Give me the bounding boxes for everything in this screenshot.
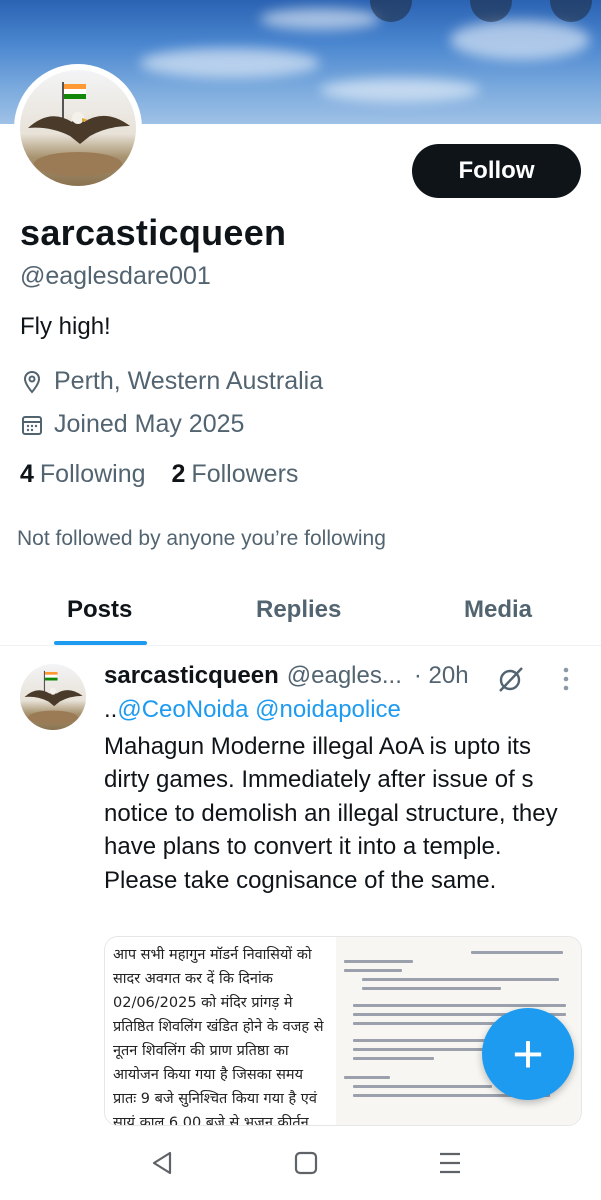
media-image-hindi-notice[interactable]: आप सभी महागुन मॉडर्न निवासियों को सादर अ… (105, 937, 334, 1126)
tweet-author-name[interactable]: sarcasticqueen (104, 662, 279, 690)
tweet-time[interactable]: · 20h (414, 662, 469, 690)
location-text: Perth, Western Australia (54, 367, 324, 395)
banner-overlay-button[interactable] (470, 0, 512, 22)
profile-handle: @eaglesdare001 (20, 262, 211, 290)
mention-links[interactable]: @CeoNoida @noidapolice (117, 696, 401, 723)
home-square-icon[interactable] (291, 1148, 321, 1178)
profile-bio: Fly high! (20, 313, 111, 340)
more-vertical-icon[interactable] (560, 666, 572, 692)
banner-overlay-button[interactable] (550, 0, 592, 22)
profile-tabs: Posts Replies Media (0, 580, 601, 646)
grok-icon[interactable] (496, 664, 526, 694)
not-followed-text: Not followed by anyone you’re following (17, 527, 386, 550)
active-tab-indicator (54, 641, 147, 645)
display-name: sarcasticqueen (20, 212, 287, 253)
tweet-mentions: ..@CeoNoida @noidapolice (104, 696, 401, 723)
follow-button[interactable]: Follow (412, 144, 581, 198)
tab-posts[interactable]: Posts (67, 596, 132, 624)
tweet-header: sarcasticqueen @eagles... · 20h (104, 662, 469, 690)
follow-counts: 4 Following 2 Followers (20, 460, 298, 489)
joined-text: Joined May 2025 (54, 410, 245, 438)
location-pin-icon (20, 370, 44, 394)
tweet-avatar[interactable] (20, 664, 86, 730)
compose-button[interactable]: + (482, 1008, 574, 1100)
location-row: Perth, Western Australia (20, 367, 323, 396)
eagle-flag-image (28, 82, 130, 176)
calendar-icon (20, 413, 44, 437)
joined-row: Joined May 2025 (20, 410, 244, 439)
system-navigation-bar (0, 1126, 601, 1200)
followers-link[interactable]: 2 Followers (172, 460, 299, 489)
back-triangle-icon[interactable] (148, 1148, 178, 1178)
tab-replies[interactable]: Replies (256, 596, 341, 624)
profile-avatar[interactable] (14, 64, 142, 192)
media-hindi-text: आप सभी महागुन मॉडर्न निवासियों को सादर अ… (113, 947, 324, 1126)
recents-lines-icon[interactable] (435, 1148, 465, 1178)
tweet-text: Mahagun Moderne illegal AoA is upto its … (104, 733, 558, 894)
eagle-flag-image (24, 670, 83, 725)
following-link[interactable]: 4 Following (20, 460, 146, 489)
tweet-author-handle[interactable]: @eagles... (287, 662, 402, 690)
tab-media[interactable]: Media (464, 596, 532, 624)
